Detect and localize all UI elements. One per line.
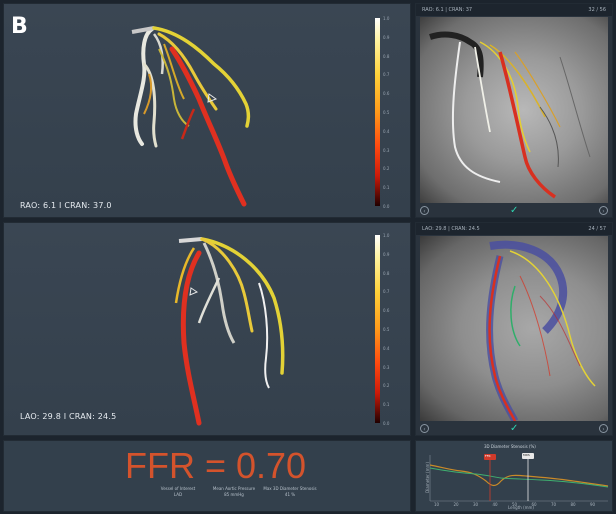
colorbar-tick: 0.9 [383,251,390,257]
colorbar-tick: 0.5 [383,327,390,332]
colorbar-tick: 0.3 [383,364,390,370]
bottom-colorbar [375,235,380,423]
metric-vessel: Vessel of Interest LAD [150,486,206,498]
graph-xtick: 50 [512,502,518,507]
top-angio-frame-counter: 32 / 56 [588,7,606,13]
colorbar-tick: 0.1 [383,185,390,191]
bottom-confirm-icon[interactable]: ✓ [510,423,518,434]
graph-xtick: 40 [492,502,498,507]
colorbar-tick: 0.5 [383,110,390,115]
metric-aortic-pressure: Mean Aortic Pressure 85 mmHg [206,486,262,498]
bottom-angiogram-image[interactable] [420,236,608,421]
colorbar-tick: 0.6 [383,91,390,97]
graph-marker-ffr[interactable]: FFR [485,454,491,458]
colorbar-tick: 0.7 [383,72,390,78]
bottom-prev-button[interactable]: ‹ [420,424,429,433]
colorbar-tick: 0.4 [383,345,390,351]
colorbar-tick: 0.8 [383,53,390,59]
colorbar-tick: 0.8 [383,270,390,276]
colorbar-tick: 0.3 [383,147,390,153]
bottom-next-button[interactable]: › [599,424,608,433]
graph-xtick: 60 [531,502,537,507]
colorbar-tick: 0.6 [383,308,390,314]
top-angio-header: RAO: 6.1 | CRAN: 37 32 / 56 [416,4,612,16]
top-3d-view-panel[interactable]: B RAO: 6.1 I CRAN: 37.0 1.0 0.9 0.8 0.7 0.6 0… [3,3,411,218]
colorbar-tick: 0.2 [383,166,390,172]
graph-marker-mds[interactable]: MDS [523,453,530,457]
metric-stenosis: Max 3D Diameter Stenosis 41 % [262,486,318,498]
bottom-angio-header-left: LAO: 29.8 | CRAN: 24.5 [422,226,480,232]
colorbar-tick: 1.0 [383,233,390,238]
bottom-3d-view-panel[interactable]: LAO: 29.8 I CRAN: 24.5 1.0 0.9 0.8 0.7 0.6 0.… [3,222,411,436]
colorbar-tick: 0.0 [383,204,390,209]
top-colorbar [375,18,380,206]
colorbar-tick: 0.7 [383,289,390,295]
colorbar-tick: 0.0 [383,421,390,426]
graph-xtick: 80 [570,502,576,507]
metric-stenosis-value: 41 % [284,492,296,497]
bottom-view-angles: LAO: 29.8 I CRAN: 24.5 [20,412,117,421]
colorbar-tick: 0.4 [383,128,390,134]
bottom-angio-panel[interactable]: LAO: 29.8 | CRAN: 24.5 24 / 57 ‹ ✓ › [415,222,613,436]
graph-xtick: 20 [453,502,459,507]
graph-xtick: 90 [590,502,596,507]
graph-ylabel: Diameter (mm) [424,462,430,493]
bottom-angio-frame-counter: 24 / 57 [588,226,606,232]
top-next-button[interactable]: › [599,206,608,215]
graph-xtick: 10 [434,502,440,507]
bottom-vessel-model[interactable] [4,223,412,437]
metric-aortic-pressure-value: 85 mmHg [224,492,244,497]
top-confirm-icon[interactable]: ✓ [510,205,518,216]
colorbar-tick: 0.1 [383,402,390,408]
top-angio-panel[interactable]: RAO: 6.1 | CRAN: 37 32 / 56 ‹ ✓ › [415,3,613,218]
metric-vessel-value: LAD [173,492,183,497]
top-vessel-model[interactable] [4,4,412,219]
graph-xtick: 70 [551,502,557,507]
colorbar-tick: 0.2 [383,383,390,389]
diameter-graph-panel[interactable]: 3D Diameter Stenosis (%) FFR MDS Diamete… [415,440,613,512]
top-prev-button[interactable]: ‹ [420,206,429,215]
graph-xtick: 30 [473,502,479,507]
top-angio-header-left: RAO: 6.1 | CRAN: 37 [422,7,473,13]
top-angiogram-image[interactable] [420,17,608,203]
colorbar-tick: 0.9 [383,34,390,40]
bottom-angio-header: LAO: 29.8 | CRAN: 24.5 24 / 57 [416,223,612,235]
colorbar-tick: 1.0 [383,16,390,21]
top-view-angles: RAO: 6.1 I CRAN: 37.0 [20,201,112,210]
ffr-value: FFR = 0.70 [125,445,307,486]
